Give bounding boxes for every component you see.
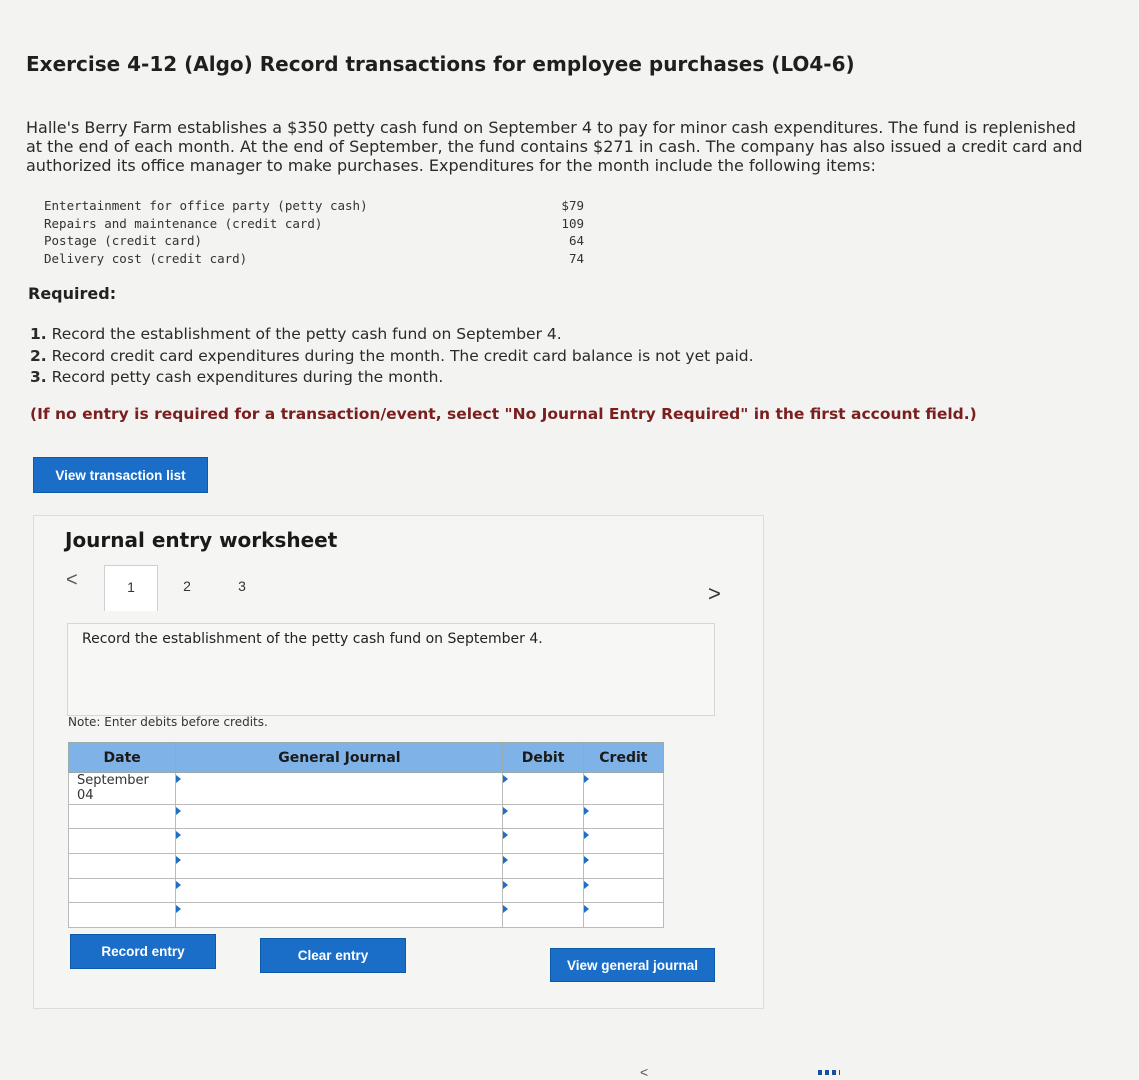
requirement-text: Record petty cash expenditures during th… <box>51 368 444 386</box>
table-header-row: Date General Journal Debit Credit <box>67 742 665 773</box>
view-general-journal-button[interactable]: View general journal <box>550 948 715 982</box>
page-title: Exercise 4-12 (Algo) Record transactions… <box>26 52 855 76</box>
requirement-item: 1. Record the establishment of the petty… <box>30 324 830 346</box>
account-field[interactable] <box>175 803 504 830</box>
chevron-right-icon[interactable]: > <box>708 581 721 607</box>
item-amount: 64 <box>568 233 584 248</box>
table-row <box>67 902 665 928</box>
instruction-text: Record the establishment of the petty ca… <box>82 631 543 647</box>
credit-field[interactable] <box>582 772 665 805</box>
debit-field[interactable] <box>502 853 584 879</box>
list-item: Repairs and maintenance (credit card) 10… <box>44 216 584 234</box>
credit-field[interactable] <box>582 902 665 928</box>
date-cell <box>67 877 177 904</box>
requirement-text: Record the establishment of the petty ca… <box>51 325 562 343</box>
item-amount: 74 <box>568 250 584 266</box>
table-row <box>67 877 665 904</box>
date-header: Date <box>67 742 177 773</box>
date-cell <box>67 853 177 879</box>
credit-field[interactable] <box>582 803 665 830</box>
item-label: Delivery cost (credit card) <box>44 250 248 266</box>
expenditure-list: Entertainment for office party (petty ca… <box>44 198 584 268</box>
question-pager: < <box>640 1064 860 1080</box>
item-label: Postage (credit card) <box>44 233 203 248</box>
debit-field[interactable] <box>502 877 584 904</box>
credit-field[interactable] <box>582 828 665 855</box>
account-field[interactable] <box>175 877 504 904</box>
debit-field[interactable] <box>502 803 584 830</box>
tab-1[interactable]: 1 <box>104 565 158 611</box>
list-item: Entertainment for office party (petty ca… <box>44 198 584 216</box>
requirements-list: 1. Record the establishment of the petty… <box>30 324 830 389</box>
table-row <box>67 803 665 830</box>
debit-credit-note: Note: Enter debits before credits. <box>68 715 268 729</box>
item-label: Repairs and maintenance (credit card) <box>44 215 323 231</box>
item-amount: 109 <box>561 215 584 231</box>
list-item: Postage (credit card) 64 <box>44 233 584 251</box>
account-field[interactable] <box>175 828 504 855</box>
table-row: September 04 <box>67 772 665 805</box>
worksheet-tabs: < 1 2 3 > <box>60 565 740 613</box>
required-heading: Required: <box>28 284 117 303</box>
tab-3[interactable]: 3 <box>215 565 269 611</box>
journal-table: Date General Journal Debit Credit Septem… <box>67 742 665 928</box>
item-label: Entertainment for office party (petty ca… <box>44 198 368 213</box>
table-row <box>67 828 665 855</box>
requirement-text: Record credit card expenditures during t… <box>51 346 754 365</box>
date-cell <box>67 902 177 928</box>
list-item: Delivery cost (credit card) 74 <box>44 251 584 269</box>
account-field[interactable] <box>175 772 504 805</box>
requirement-number: 1. <box>30 325 47 343</box>
date-cell <box>67 803 177 830</box>
debit-field[interactable] <box>502 902 584 928</box>
chevron-left-icon[interactable]: < <box>66 569 78 592</box>
requirement-number: 3. <box>30 368 47 386</box>
grid-icon[interactable] <box>818 1070 840 1075</box>
problem-description: Halle's Berry Farm establishes a $350 pe… <box>26 118 1083 175</box>
credit-field[interactable] <box>582 877 665 904</box>
requirement-number: 2. <box>30 346 47 365</box>
account-field[interactable] <box>175 902 504 928</box>
record-entry-button[interactable]: Record entry <box>70 934 216 969</box>
requirement-item: 3. Record petty cash expenditures during… <box>30 367 830 389</box>
date-cell <box>67 828 177 855</box>
table-row <box>67 853 665 879</box>
debit-header: Debit <box>502 742 584 773</box>
date-cell: September 04 <box>67 772 177 805</box>
chevron-left-icon[interactable]: < <box>640 1064 648 1080</box>
view-transaction-list-button[interactable]: View transaction list <box>33 457 208 493</box>
debit-field[interactable] <box>502 772 584 805</box>
worksheet-title: Journal entry worksheet <box>65 528 338 552</box>
tab-2[interactable]: 2 <box>160 565 214 611</box>
credit-header: Credit <box>582 742 665 773</box>
credit-field[interactable] <box>582 853 665 879</box>
no-entry-note: (If no entry is required for a transacti… <box>30 405 977 423</box>
general-journal-header: General Journal <box>175 742 504 773</box>
requirement-item: 2. Record credit card expenditures durin… <box>30 346 830 368</box>
clear-entry-button[interactable]: Clear entry <box>260 938 406 973</box>
debit-field[interactable] <box>502 828 584 855</box>
item-amount: $79 <box>561 198 584 213</box>
account-field[interactable] <box>175 853 504 879</box>
